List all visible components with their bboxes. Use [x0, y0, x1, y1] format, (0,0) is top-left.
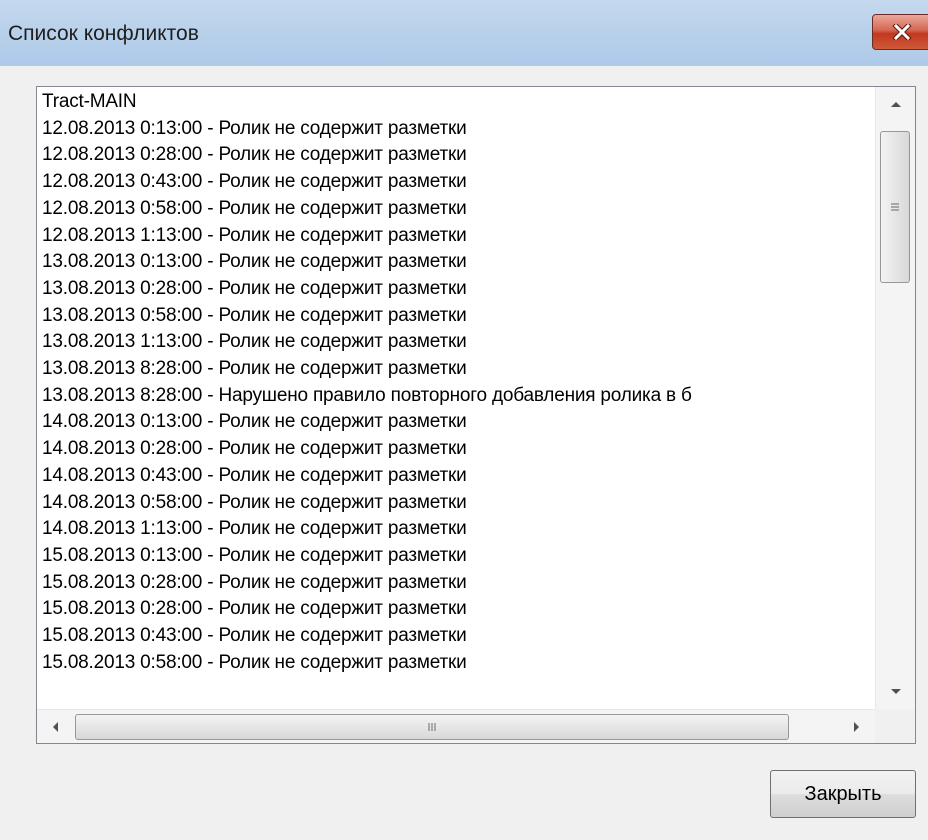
list-item[interactable]: 12.08.2013 0:28:00 - Ролик не содержит р…	[42, 142, 467, 168]
list-item[interactable]: 12.08.2013 0:13:00 - Ролик не содержит р…	[42, 116, 467, 142]
horizontal-scroll-thumb[interactable]	[75, 714, 789, 740]
vertical-scrollbar[interactable]	[875, 87, 915, 709]
grip-icon	[428, 723, 436, 731]
conflict-list-dialog: Список конфликтов Tract-MAIN 12.08.2013 0…	[0, 0, 928, 840]
horizontal-scrollbar[interactable]	[37, 709, 875, 743]
list-item[interactable]: 15.08.2013 0:28:00 - Ролик не содержит р…	[42, 570, 467, 596]
list-content: Tract-MAIN 12.08.2013 0:13:00 - Ролик не …	[37, 87, 875, 709]
title-bar[interactable]: Список конфликтов	[0, 0, 928, 66]
list-item[interactable]: 15.08.2013 0:43:00 - Ролик не содержит р…	[42, 623, 467, 649]
list-item[interactable]: 13.08.2013 0:28:00 - Ролик не содержит р…	[42, 276, 467, 302]
chevron-down-icon	[891, 689, 901, 694]
list-item[interactable]: 14.08.2013 0:13:00 - Ролик не содержит р…	[42, 409, 467, 435]
close-icon	[892, 24, 912, 40]
list-item[interactable]: 14.08.2013 0:28:00 - Ролик не содержит р…	[42, 436, 467, 462]
scrollbar-corner	[875, 709, 915, 743]
close-button[interactable]: Закрыть	[770, 770, 916, 818]
chevron-left-icon	[53, 722, 58, 732]
vertical-scroll-thumb[interactable]	[880, 131, 910, 283]
list-item[interactable]: 14.08.2013 0:58:00 - Ролик не содержит р…	[42, 490, 467, 516]
list-item[interactable]: 12.08.2013 0:58:00 - Ролик не содержит р…	[42, 196, 467, 222]
list-item[interactable]: 15.08.2013 0:58:00 - Ролик не содержит р…	[42, 650, 467, 676]
list-item[interactable]: 13.08.2013 8:28:00 - Нарушено правило по…	[42, 383, 692, 409]
list-item[interactable]: 14.08.2013 1:13:00 - Ролик не содержит р…	[42, 516, 467, 542]
scroll-right-button[interactable]	[839, 710, 875, 743]
chevron-right-icon	[854, 722, 859, 732]
list-item[interactable]: 13.08.2013 0:58:00 - Ролик не содержит р…	[42, 303, 467, 329]
list-item[interactable]: 15.08.2013 0:28:00 - Ролик не содержит р…	[42, 596, 467, 622]
list-item[interactable]: 12.08.2013 1:13:00 - Ролик не содержит р…	[42, 223, 467, 249]
list-item[interactable]: 15.08.2013 0:13:00 - Ролик не содержит р…	[42, 543, 467, 569]
conflict-listbox[interactable]: Tract-MAIN 12.08.2013 0:13:00 - Ролик не …	[36, 86, 916, 744]
list-item[interactable]: Tract-MAIN	[42, 89, 137, 115]
list-item[interactable]: 13.08.2013 0:13:00 - Ролик не содержит р…	[42, 249, 467, 275]
window-title: Список конфликтов	[8, 22, 199, 45]
chevron-up-icon	[891, 102, 901, 107]
list-item[interactable]: 13.08.2013 8:28:00 - Ролик не содержит р…	[42, 356, 467, 382]
scroll-down-button[interactable]	[876, 675, 915, 709]
close-window-button[interactable]	[872, 14, 928, 50]
list-item[interactable]: 13.08.2013 1:13:00 - Ролик не содержит р…	[42, 329, 467, 355]
list-item[interactable]: 14.08.2013 0:43:00 - Ролик не содержит р…	[42, 463, 467, 489]
scroll-left-button[interactable]	[37, 710, 73, 743]
grip-icon	[891, 203, 899, 211]
scroll-up-button[interactable]	[876, 87, 915, 121]
list-item[interactable]: 12.08.2013 0:43:00 - Ролик не содержит р…	[42, 169, 467, 195]
